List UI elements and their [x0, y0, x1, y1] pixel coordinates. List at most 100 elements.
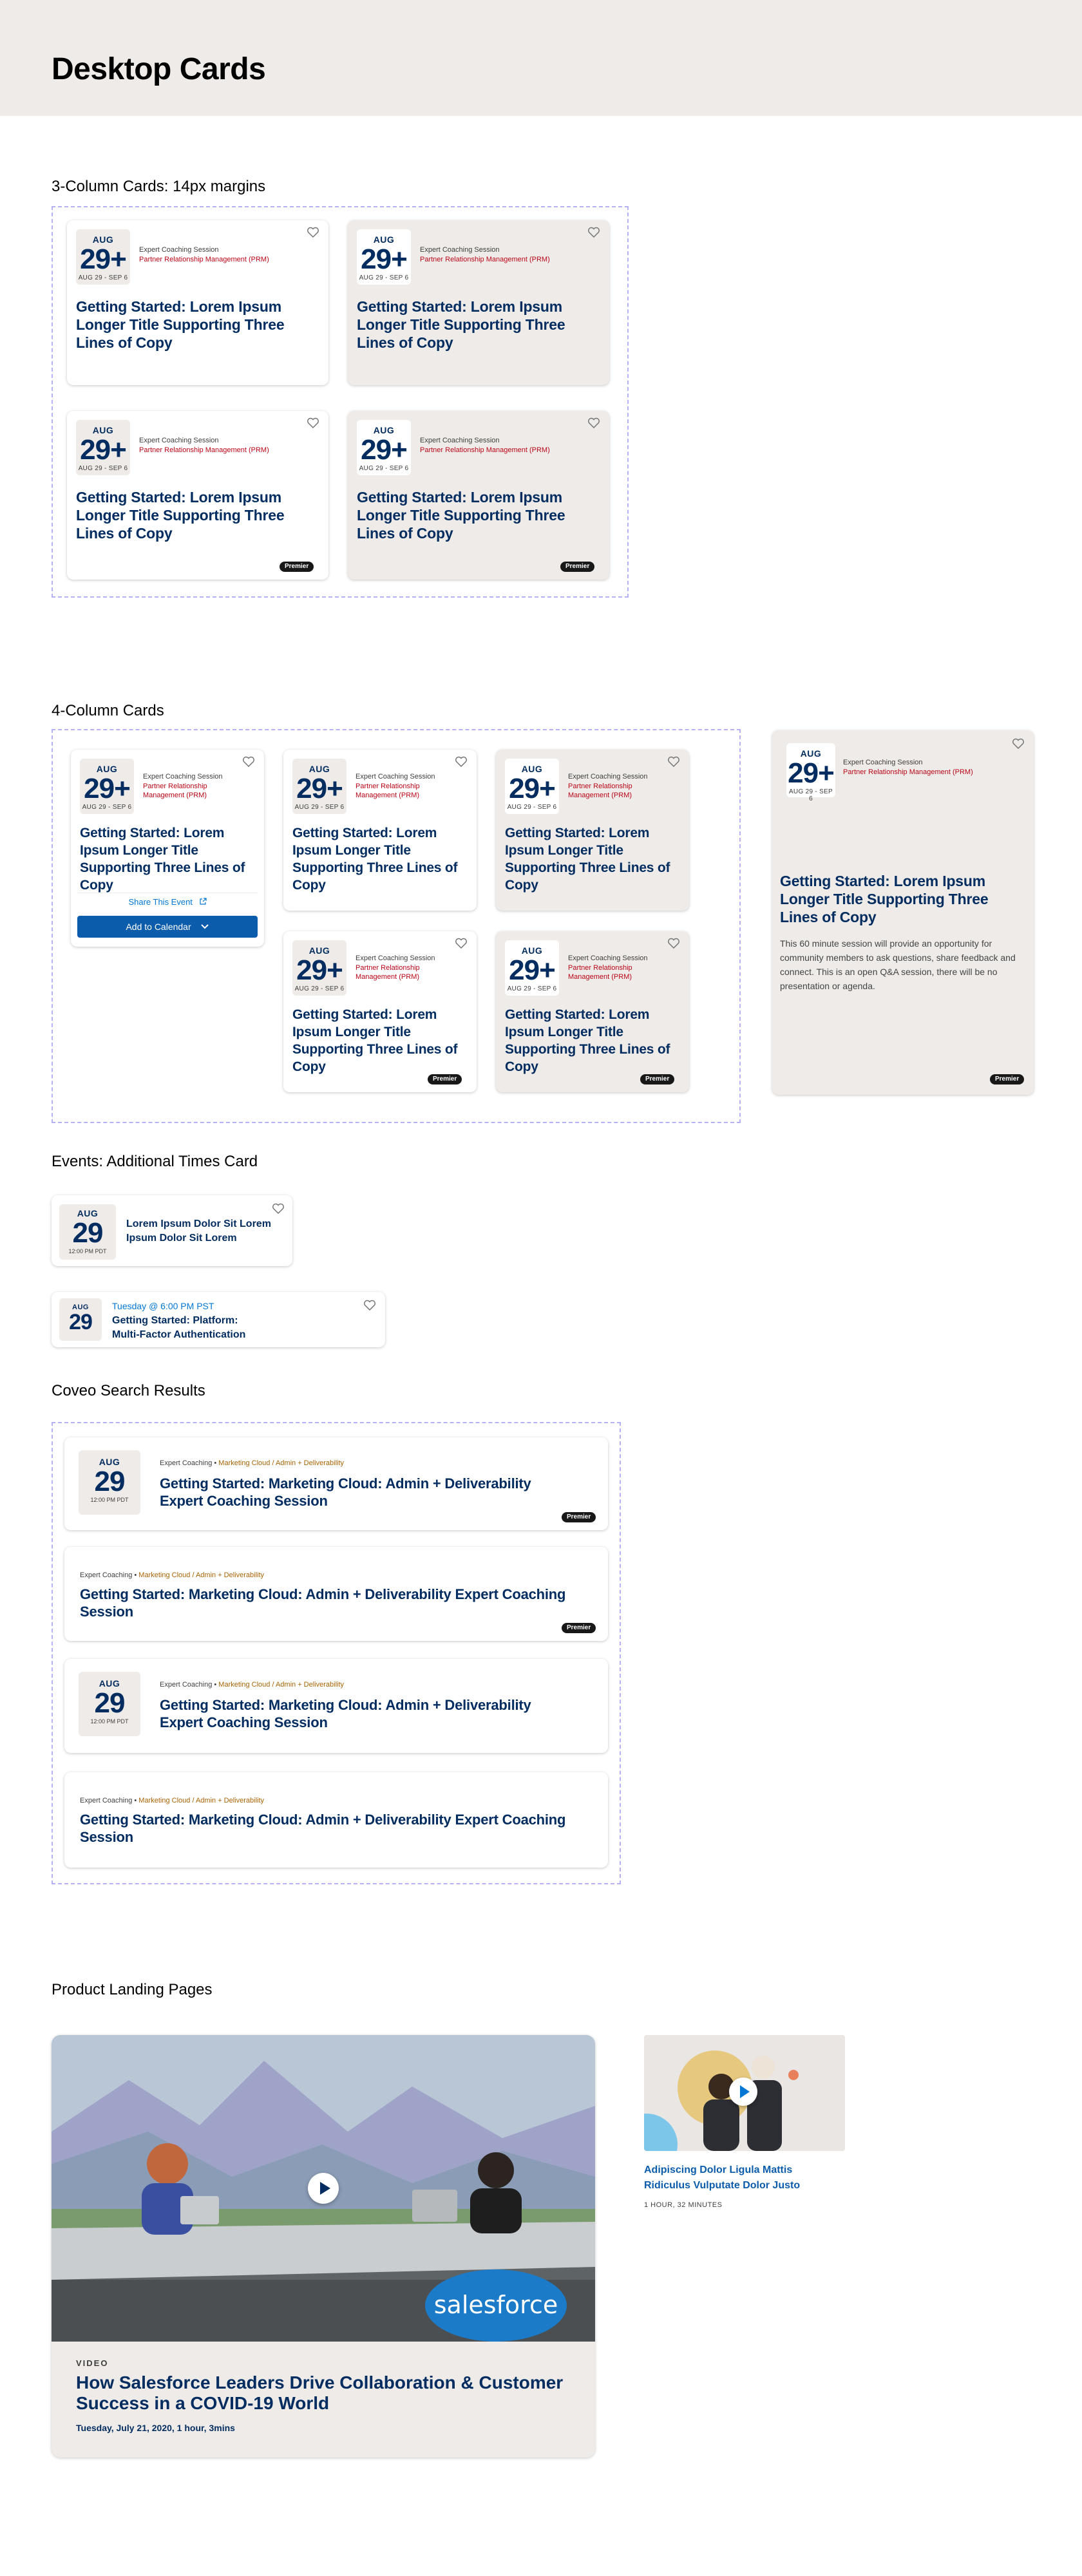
page-header: Desktop Cards: [0, 0, 1082, 116]
date-day: 29: [69, 1310, 93, 1334]
card-title[interactable]: Lorem Ipsum Dolor Sit Lorem Ipsum Dolor …: [126, 1217, 278, 1245]
heart-icon[interactable]: [667, 938, 680, 949]
card-title[interactable]: Getting Started: Platform: Multi-Factor …: [112, 1314, 260, 1342]
chevron-down-icon: [200, 924, 209, 929]
card-title[interactable]: Getting Started: Lorem Ipsum Longer Titl…: [357, 298, 600, 352]
heart-icon[interactable]: [455, 756, 468, 768]
program-link[interactable]: Partner Relationship Management (PRM): [143, 782, 227, 800]
premier-badge: Premier: [562, 1512, 596, 1522]
event-card[interactable]: AUG 29+ AUG 29 - SEP 6 Expert Coaching S…: [348, 220, 609, 385]
date-time: 12:00 PM PDT: [68, 1248, 107, 1255]
date-box: AUG 29+ AUG 29 - SEP 6: [292, 940, 346, 996]
heart-icon[interactable]: [455, 938, 468, 949]
share-event-link[interactable]: Share This Event: [77, 893, 258, 911]
date-day: 29+: [296, 954, 343, 986]
result-path[interactable]: Marketing Cloud / Admin + Deliverability: [138, 1797, 264, 1804]
video-title[interactable]: How Salesforce Leaders Drive Collaborati…: [76, 2372, 578, 2414]
card-title[interactable]: Getting Started: Lorem Ipsum Longer Titl…: [292, 1006, 468, 1075]
section-title-coveo: Coveo Search Results: [52, 1382, 205, 1399]
event-card[interactable]: AUG 29+ AUG 29 - SEP 6 Expert Coaching S…: [283, 931, 477, 1092]
heart-icon[interactable]: [242, 756, 255, 768]
small-video-title[interactable]: Adipiscing Dolor Ligula Mattis Ridiculus…: [644, 2163, 818, 2193]
heart-icon[interactable]: [1012, 738, 1025, 750]
result-title[interactable]: Getting Started: Marketing Cloud: Admin …: [80, 1586, 582, 1620]
heart-icon[interactable]: [667, 756, 680, 768]
session-type: Expert Coaching Session: [139, 437, 219, 444]
date-day: 29+: [80, 243, 127, 275]
date-day: 29+: [296, 773, 343, 804]
event-card[interactable]: AUG 29+ AUG 29 - SEP 6 Expert Coaching S…: [496, 750, 689, 911]
session-type: Expert Coaching Session: [843, 759, 923, 766]
search-result-card[interactable]: Expert Coaching • Marketing Cloud / Admi…: [64, 1772, 608, 1868]
additional-times-card[interactable]: AUG 29 12:00 PM PDT Lorem Ipsum Dolor Si…: [52, 1195, 292, 1266]
result-title[interactable]: Getting Started: Marketing Cloud: Admin …: [80, 1811, 582, 1846]
date-box: AUG 29+ AUG 29 - SEP 6: [505, 759, 559, 814]
event-card[interactable]: AUG 29+ AUG 29 - SEP 6 Expert Coaching S…: [496, 931, 689, 1092]
result-path[interactable]: Marketing Cloud / Admin + Deliverability: [218, 1681, 344, 1689]
program-link[interactable]: Partner Relationship Management (PRM): [139, 446, 319, 455]
program-link[interactable]: Partner Relationship Management (PRM): [843, 768, 973, 777]
date-box: AUG 29+ AUG 29 - SEP 6: [357, 229, 411, 285]
small-video-duration: 1 HOUR, 32 MINUTES: [644, 2201, 723, 2209]
program-link[interactable]: Partner Relationship Management (PRM): [356, 963, 439, 981]
result-type: Expert Coaching: [80, 1797, 133, 1804]
date-box: AUG 29+ AUG 29 - SEP 6: [505, 940, 559, 996]
card-title[interactable]: Getting Started: Lorem Ipsum Longer Titl…: [80, 824, 255, 894]
session-type: Expert Coaching Session: [356, 954, 435, 962]
heart-icon[interactable]: [587, 227, 600, 238]
result-path[interactable]: Marketing Cloud / Admin + Deliverability: [218, 1459, 344, 1467]
small-video-thumbnail[interactable]: [644, 2035, 845, 2151]
card-title[interactable]: Getting Started: Lorem Ipsum Longer Titl…: [780, 872, 992, 926]
event-card[interactable]: AUG 29+ AUG 29 - SEP 6 Expert Coaching S…: [283, 750, 477, 911]
search-result-card[interactable]: Expert Coaching • Marketing Cloud / Admi…: [64, 1547, 608, 1641]
play-button[interactable]: [729, 2078, 757, 2106]
result-path[interactable]: Marketing Cloud / Admin + Deliverability: [138, 1571, 264, 1579]
program-link[interactable]: Partner Relationship Management (PRM): [568, 963, 652, 981]
video-kicker: VIDEO: [76, 2358, 109, 2368]
program-link[interactable]: Partner Relationship Management (PRM): [139, 255, 319, 264]
event-card-with-description[interactable]: AUG 29+ AUG 29 - SEP 6 Expert Coaching S…: [772, 730, 1034, 1095]
heart-icon[interactable]: [363, 1300, 376, 1311]
date-box: AUG 29 12:00 PM PDT: [79, 1450, 140, 1515]
card-title[interactable]: Getting Started: Lorem Ipsum Longer Titl…: [505, 1006, 680, 1075]
card-title[interactable]: Getting Started: Lorem Ipsum Longer Titl…: [76, 298, 319, 352]
result-title[interactable]: Getting Started: Marketing Cloud: Admin …: [160, 1696, 559, 1731]
additional-times-card-compact[interactable]: AUG 29 Tuesday @ 6:00 PM PST Getting Sta…: [52, 1292, 385, 1347]
date-time: 12:00 PM PDT: [90, 1718, 129, 1725]
heart-icon[interactable]: [307, 227, 319, 238]
session-type: Expert Coaching Session: [139, 246, 219, 254]
date-day: 29+: [80, 434, 127, 466]
result-title[interactable]: Getting Started: Marketing Cloud: Admin …: [160, 1475, 559, 1510]
date-box: AUG 29+ AUG 29 - SEP 6: [76, 229, 130, 285]
search-result-card[interactable]: AUG 29 12:00 PM PDT Expert Coaching • Ma…: [64, 1437, 608, 1530]
date-day: 29+: [84, 773, 131, 804]
heart-icon[interactable]: [587, 417, 600, 429]
program-link[interactable]: Partner Relationship Management (PRM): [568, 782, 652, 800]
search-result-card[interactable]: AUG 29 12:00 PM PDT Expert Coaching • Ma…: [64, 1659, 608, 1753]
card-title[interactable]: Getting Started: Lorem Ipsum Longer Titl…: [76, 488, 319, 542]
event-card[interactable]: AUG 29+ AUG 29 - SEP 6 Expert Coaching S…: [348, 411, 609, 580]
card-title[interactable]: Getting Started: Lorem Ipsum Longer Titl…: [505, 824, 680, 894]
date-day: 29: [94, 1687, 126, 1719]
program-link[interactable]: Partner Relationship Management (PRM): [420, 255, 600, 264]
play-button[interactable]: [308, 2173, 339, 2204]
event-card[interactable]: AUG 29+ AUG 29 - SEP 6 Expert Coaching S…: [71, 750, 264, 947]
date-day: 29+: [788, 757, 835, 789]
date-range: AUG 29 - SEP 6: [359, 465, 409, 472]
program-link[interactable]: Partner Relationship Management (PRM): [356, 782, 439, 800]
premier-badge: Premier: [562, 1623, 596, 1633]
heart-icon[interactable]: [307, 417, 319, 429]
heart-icon[interactable]: [272, 1203, 285, 1215]
event-card[interactable]: AUG 29+ AUG 29 - SEP 6 Expert Coaching S…: [67, 411, 328, 580]
event-card[interactable]: AUG 29+ AUG 29 - SEP 6 Expert Coaching S…: [67, 220, 328, 385]
result-type: Expert Coaching: [80, 1571, 133, 1579]
add-to-calendar-button[interactable]: Add to Calendar: [77, 916, 258, 938]
card-title[interactable]: Getting Started: Lorem Ipsum Longer Titl…: [292, 824, 468, 894]
date-box: AUG 29 12:00 PM PDT: [59, 1204, 116, 1260]
card-title[interactable]: Getting Started: Lorem Ipsum Longer Titl…: [357, 488, 600, 542]
date-range: AUG 29 - SEP 6: [294, 985, 345, 992]
section-title-landing: Product Landing Pages: [52, 1981, 213, 1998]
video-card[interactable]: salesforce VIDEO How Salesforce Leaders …: [52, 2035, 595, 2458]
play-icon: [740, 2085, 750, 2098]
program-link[interactable]: Partner Relationship Management (PRM): [420, 446, 600, 455]
